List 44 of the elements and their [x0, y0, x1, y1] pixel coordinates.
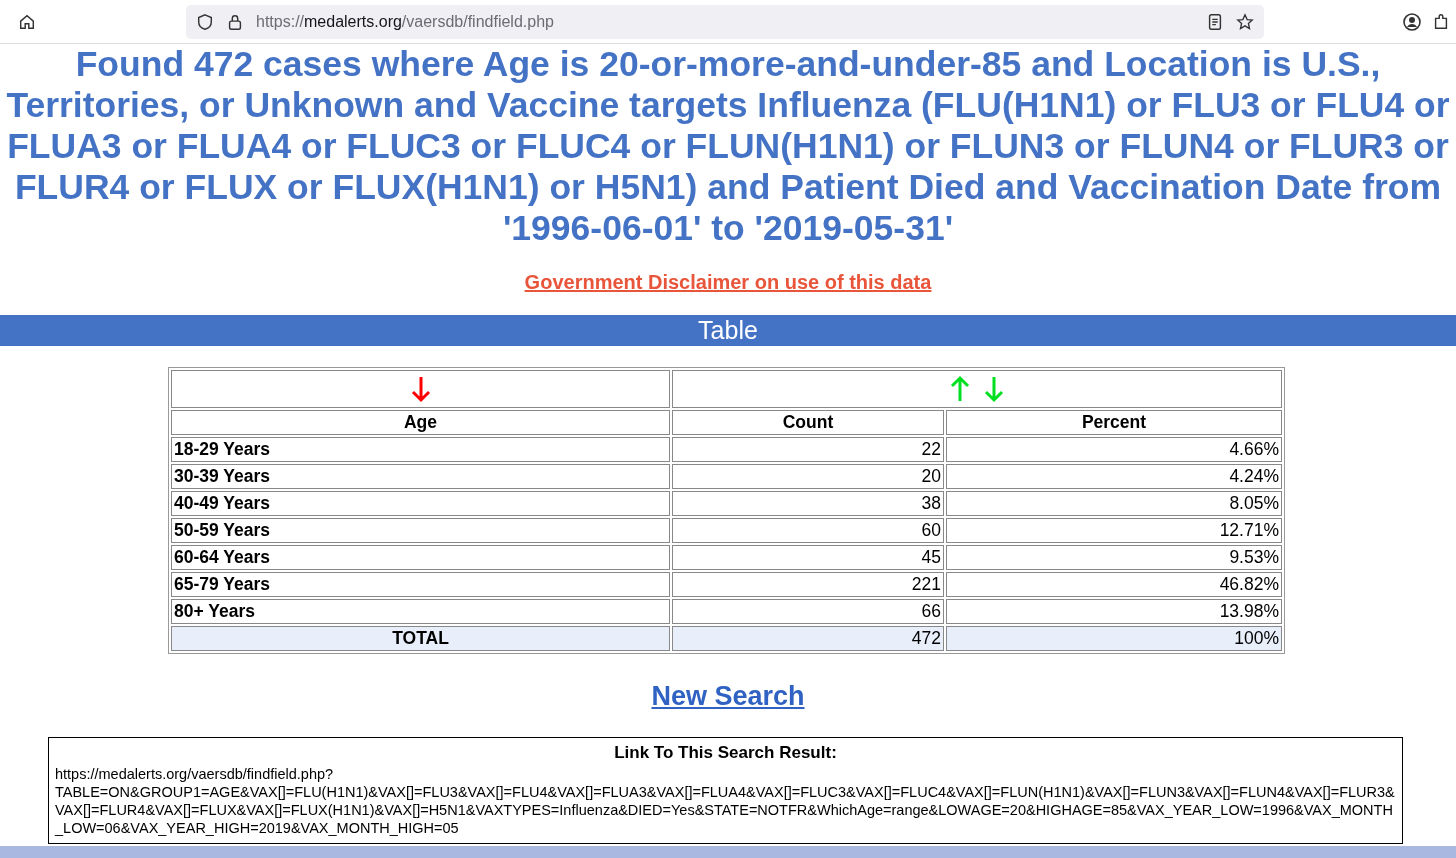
column-header: Age	[171, 410, 670, 435]
column-header: Count	[672, 410, 944, 435]
address-bar[interactable]: https://medalerts.org/vaersdb/findfield.php	[186, 4, 1264, 39]
results-heading: Found 472 cases where Age is 20-or-more-and-under-85 and Location is U.S., Territories, or Unknown and Vaccine targets Influenza (FLU(H1N1) or FLU3 or FLU4 or FLUA3 or FLUA4 or FLUC3 or FLUC4 or FLUN(H1N1) or FLUN3 or FLUN4 or FLUR3 or FLUR4 or FLUX or FLUX(H1N1) or H5N1) and Patient Died and Vaccination Date from '1996-06-01' to '2019-05-31'	[5, 44, 1451, 249]
table-cell: 20	[672, 464, 944, 489]
star-icon[interactable]	[1236, 12, 1254, 31]
account-icon[interactable]	[1402, 11, 1422, 32]
table-cell: 18-29 Years	[171, 437, 670, 462]
table-cell: 38	[672, 491, 944, 516]
new-search-link[interactable]: New Search	[651, 681, 805, 712]
total-cell: 472	[672, 626, 944, 651]
table-cell: 12.71%	[946, 518, 1282, 543]
total-cell: 100%	[946, 626, 1282, 651]
table-cell: 221	[672, 572, 944, 597]
total-cell: TOTAL	[171, 626, 670, 651]
table-cell: 40-49 Years	[171, 491, 670, 516]
home-icon[interactable]	[18, 12, 36, 31]
lock-icon[interactable]	[226, 12, 244, 31]
table-cell: 50-59 Years	[171, 518, 670, 543]
table-cell: 45	[672, 545, 944, 570]
table-cell: 60-64 Years	[171, 545, 670, 570]
reader-view-icon[interactable]	[1206, 12, 1224, 31]
search-url-params: TABLE=ON&GROUP1=AGE&VAX[]=FLU(H1N1)&VAX[]=FLU3&VAX[]=FLU4&VAX[]=FLUA3&VAX[]=FLUA4&VAX[]=FLUC3&VAX[]=FLUC4&VAX[]=FLUN(H1N1)&VAX[]=FLUN3&VAX[]=FLUN4&VAX[]=FLUR3&VAX[]=FLUR4&VAX[]=FLUX&VAX[]=FLUX(H1N1)&VAX[]=H5N1&VAXTYPES=Influenza&DIED=Yes&STATE=NOTFR&WhichAge=range&LOWAGE=20&HIGHAGE=85&VAX_YEAR_LOW=1996&VAX_MONTH_LOW=06&VAX_YEAR_HIGH=2019&VAX_MONTH_HIGH=05	[55, 783, 1396, 837]
column-header: Percent	[946, 410, 1282, 435]
table-cell: 30-39 Years	[171, 464, 670, 489]
section-bar: Table	[0, 315, 1456, 346]
sort-arrow-icon[interactable]	[409, 375, 432, 403]
table-cell: 13.98%	[946, 599, 1282, 624]
shield-icon[interactable]	[196, 12, 214, 31]
table-cell: 66	[672, 599, 944, 624]
table-cell: 22	[672, 437, 944, 462]
table-cell: 60	[672, 518, 944, 543]
table-cell: 4.24%	[946, 464, 1282, 489]
search-url-line: https://medalerts.org/vaersdb/findfield.php?	[55, 765, 335, 783]
table-cell: 9.53%	[946, 545, 1282, 570]
table-cell: 46.82%	[946, 572, 1282, 597]
url-text: https://medalerts.org/vaersdb/findfield.php	[256, 12, 554, 31]
disclaimer-link[interactable]: Government Disclaimer on use of this data	[524, 271, 932, 294]
table-cell: 80+ Years	[171, 599, 670, 624]
extensions-icon[interactable]	[1432, 12, 1450, 31]
link-box-title: Link To This Search Result:	[613, 743, 838, 763]
table-cell: 65-79 Years	[171, 572, 670, 597]
table-cell: 4.66%	[946, 437, 1282, 462]
table-cell: 8.05%	[946, 491, 1282, 516]
